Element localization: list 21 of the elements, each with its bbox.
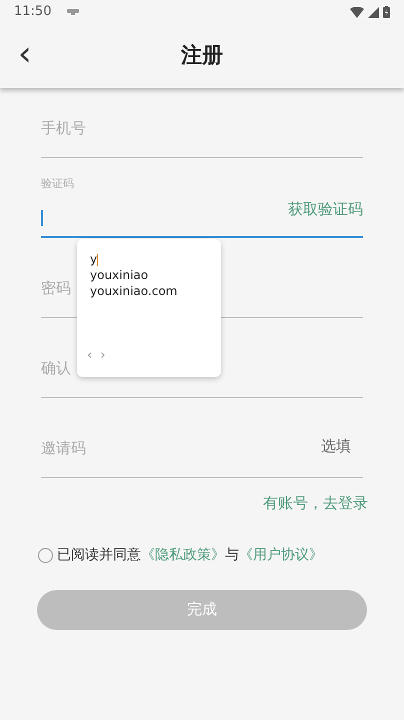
page-title: 注册 (181, 42, 223, 70)
suggestion-item[interactable]: youxiniao (90, 267, 148, 283)
suggestion-item[interactable]: youxiniao.com (90, 283, 178, 299)
signal-icon (368, 6, 379, 18)
status-time: 11:50 (14, 3, 52, 22)
terms-link[interactable]: 《用户协议》 (239, 546, 323, 562)
field-label: 验证码 (41, 176, 74, 192)
agree-radio[interactable] (38, 548, 53, 562)
optional-hint: 选填 (321, 436, 351, 456)
get-code-button[interactable]: 获取验证码 (288, 198, 363, 220)
agreement-text: 已阅读并同意《隐私政策》与《用户协议》 (57, 546, 323, 564)
typed-text: y (90, 251, 100, 267)
input-field[interactable]: 手机号 (41, 116, 363, 139)
privacy-link[interactable]: 《隐私政策》 (141, 546, 225, 562)
battery-icon (383, 6, 390, 18)
text-cursor (41, 210, 43, 226)
back-button[interactable]: ‹ (12, 34, 38, 74)
input-field[interactable]: 邀请码 (41, 436, 293, 459)
login-link[interactable]: 有账号，去登录 (263, 492, 368, 514)
notification-icon (67, 9, 80, 15)
wifi-icon (350, 6, 364, 18)
